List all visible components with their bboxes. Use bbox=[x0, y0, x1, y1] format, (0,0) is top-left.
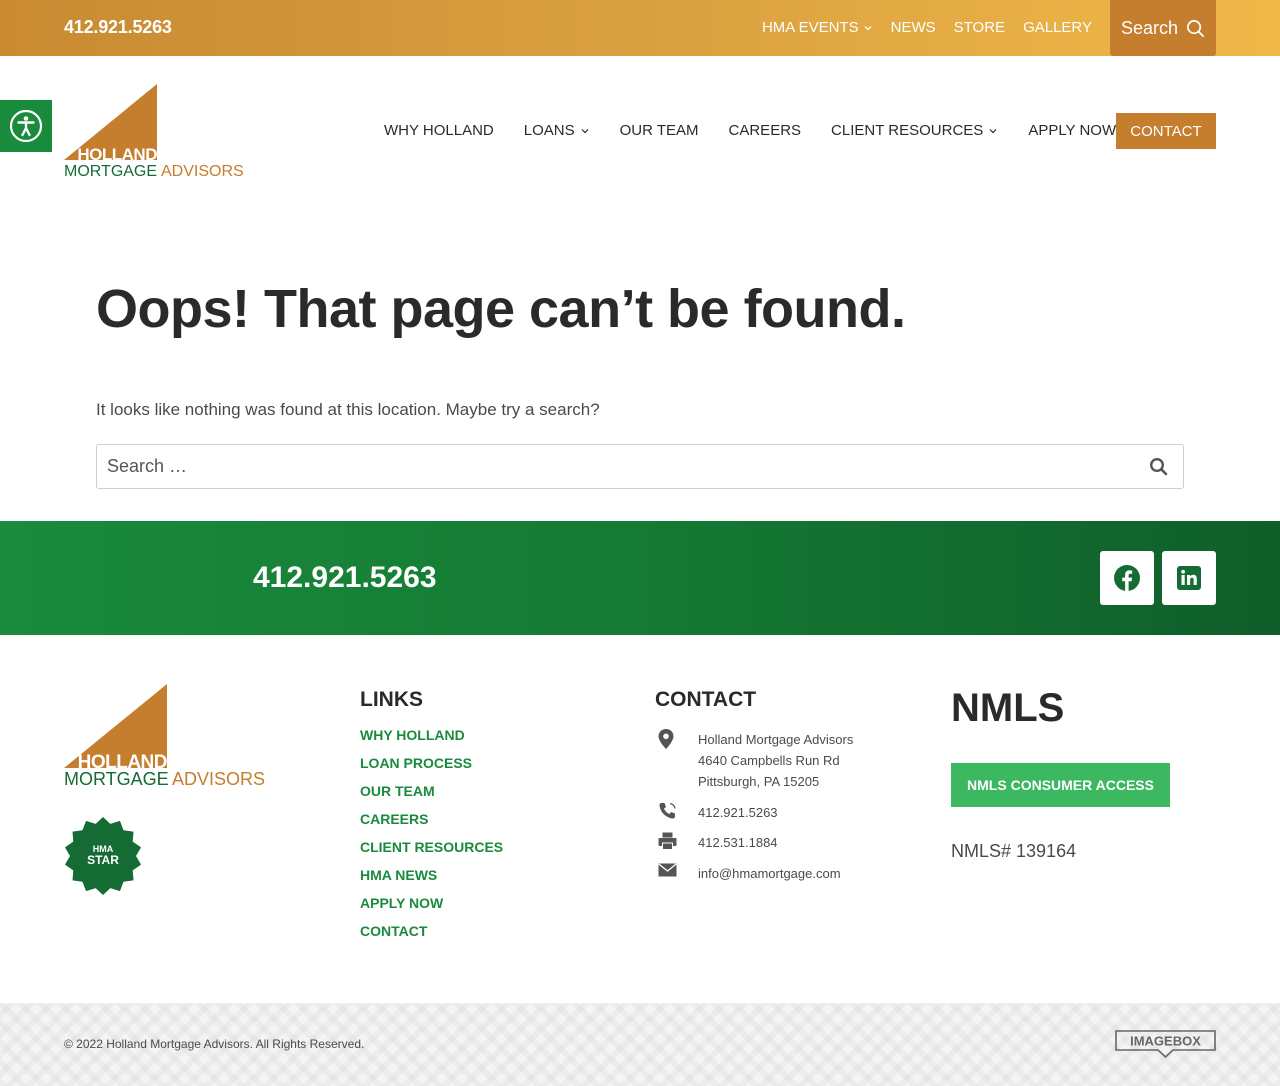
logo-word-advisors: ADVISORS bbox=[161, 163, 244, 180]
footer-link-contact[interactable]: CONTACT bbox=[360, 923, 503, 951]
map-pin-icon bbox=[658, 729, 674, 749]
search-submit-icon[interactable] bbox=[1149, 457, 1169, 477]
phone-icon bbox=[659, 802, 676, 819]
nav-label: OUR TEAM bbox=[619, 122, 699, 139]
nav-label: CAREERS bbox=[728, 122, 802, 139]
hma-star-badge: HMA STAR bbox=[64, 817, 142, 895]
logo-word-holland: HOLLAND bbox=[77, 145, 157, 164]
address-line: Pittsburgh, PA 15205 bbox=[698, 774, 820, 789]
search-input[interactable] bbox=[97, 445, 1127, 488]
search-button-label: Search bbox=[1120, 17, 1179, 38]
footer-link-why-holland[interactable]: WHY HOLLAND bbox=[360, 727, 503, 755]
contact-fax: 412.531.1884 bbox=[655, 832, 778, 853]
nav-label: WHY HOLLAND bbox=[384, 122, 494, 139]
fax-printer-icon bbox=[658, 832, 677, 850]
top-nav-label: STORE bbox=[953, 19, 1006, 36]
nav-our-team[interactable]: OUR TEAM bbox=[620, 122, 699, 139]
nav-why-holland[interactable]: WHY HOLLAND bbox=[384, 122, 494, 139]
search-form bbox=[96, 444, 1184, 489]
not-found-message: It looks like nothing was found at this … bbox=[96, 400, 600, 419]
main-nav: WHY HOLLAND LOANS OUR TEAM CAREERS CLIEN… bbox=[384, 122, 1116, 139]
footer-link-careers[interactable]: CAREERS bbox=[360, 811, 503, 839]
logo-word-mortgage: MORTGAGE bbox=[64, 163, 157, 180]
nmls-number: NMLS# 139164 bbox=[951, 841, 1077, 861]
links-heading: LINKS bbox=[360, 688, 423, 711]
nav-label: LOANS bbox=[523, 122, 575, 139]
address-line: Holland Mortgage Advisors bbox=[698, 732, 854, 747]
footer-link-hma-news[interactable]: HMA NEWS bbox=[360, 867, 503, 895]
chevron-down-icon bbox=[864, 25, 872, 30]
header-search-button[interactable]: Search bbox=[1110, 0, 1216, 56]
address-line: 4640 Campbells Run Rd bbox=[698, 753, 840, 768]
accessibility-toggle-button[interactable] bbox=[0, 100, 52, 152]
nmls-heading: NMLS bbox=[951, 686, 1065, 730]
band-phone-link[interactable]: 412.921.5263 bbox=[253, 561, 437, 595]
chevron-down-icon bbox=[581, 128, 589, 133]
top-bar: 412.921.5263 HMA EVENTS NEWS STORE GALLE… bbox=[0, 0, 1280, 56]
nav-client-resources[interactable]: CLIENT RESOURCES bbox=[831, 122, 998, 139]
contact-email: info@hmamortgage.com bbox=[655, 863, 841, 884]
top-nav-news[interactable]: NEWS bbox=[891, 19, 936, 36]
nav-careers[interactable]: CAREERS bbox=[729, 122, 802, 139]
search-icon bbox=[1187, 19, 1204, 37]
contact-phone-link[interactable]: 412.921.5263 bbox=[698, 802, 778, 823]
top-nav-label: HMA EVENTS bbox=[761, 19, 859, 36]
footer-holland-logo[interactable]: HOLLAND MORTGAGE ADVISORS bbox=[64, 684, 266, 790]
nav-loans[interactable]: LOANS bbox=[524, 122, 590, 139]
page-title: Oops! That page can’t be found. bbox=[96, 279, 906, 339]
top-nav-gallery[interactable]: GALLERY bbox=[1023, 19, 1092, 36]
top-nav-label: NEWS bbox=[890, 19, 936, 36]
facebook-link[interactable] bbox=[1100, 551, 1154, 605]
nav-apply-now[interactable]: APPLY NOW bbox=[1028, 122, 1116, 139]
top-nav-store[interactable]: STORE bbox=[954, 19, 1005, 36]
contact-fax-number: 412.531.1884 bbox=[698, 835, 778, 850]
linkedin-icon bbox=[1177, 566, 1201, 590]
facebook-icon bbox=[1114, 565, 1140, 591]
holland-logo[interactable]: HOLLAND MORTGAGE ADVISORS bbox=[64, 84, 246, 180]
footer-link-apply-now[interactable]: APPLY NOW bbox=[360, 895, 503, 923]
header-contact-button[interactable]: CONTACT bbox=[1116, 113, 1216, 149]
footer-links-list: WHY HOLLAND LOAN PROCESS OUR TEAM CAREER… bbox=[360, 727, 503, 951]
top-nav-hma-events[interactable]: HMA EVENTS bbox=[762, 19, 873, 36]
contact-address: Holland Mortgage Advisors 4640 Campbells… bbox=[655, 729, 853, 792]
contact-email-link[interactable]: info@hmamortgage.com bbox=[698, 863, 841, 884]
logo-word-advisors: ADVISORS bbox=[172, 769, 265, 789]
top-nav: HMA EVENTS NEWS STORE GALLERY bbox=[762, 19, 1092, 36]
nav-label: CLIENT RESOURCES bbox=[831, 122, 984, 139]
logo-word-mortgage: MORTGAGE bbox=[64, 769, 169, 789]
top-phone-link[interactable]: 412.921.5263 bbox=[64, 17, 172, 38]
nmls-consumer-access-button[interactable]: NMLS CONSUMER ACCESS bbox=[951, 763, 1170, 807]
contact-phone: 412.921.5263 bbox=[655, 802, 778, 823]
envelope-icon bbox=[658, 863, 677, 877]
phone-band: 412.921.5263 bbox=[0, 521, 1280, 635]
footer-link-our-team[interactable]: OUR TEAM bbox=[360, 783, 503, 811]
footer-link-loan-process[interactable]: LOAN PROCESS bbox=[360, 755, 503, 783]
bottom-bar: © 2022 Holland Mortgage Advisors. All Ri… bbox=[0, 1003, 1280, 1086]
accessibility-icon bbox=[9, 109, 43, 143]
copyright-text: © 2022 Holland Mortgage Advisors. All Ri… bbox=[64, 1037, 365, 1051]
badge-line2: STAR bbox=[87, 853, 119, 867]
top-nav-label: GALLERY bbox=[1023, 19, 1092, 36]
imagebox-logo[interactable]: IMAGEBOX bbox=[1115, 1030, 1216, 1058]
contact-heading: CONTACT bbox=[655, 688, 757, 711]
footer-link-client-resources[interactable]: CLIENT RESOURCES bbox=[360, 839, 503, 867]
imagebox-logo-text: IMAGEBOX bbox=[1130, 1034, 1201, 1049]
linkedin-link[interactable] bbox=[1162, 551, 1216, 605]
chevron-down-icon bbox=[989, 128, 997, 133]
nav-label: APPLY NOW bbox=[1028, 122, 1117, 139]
